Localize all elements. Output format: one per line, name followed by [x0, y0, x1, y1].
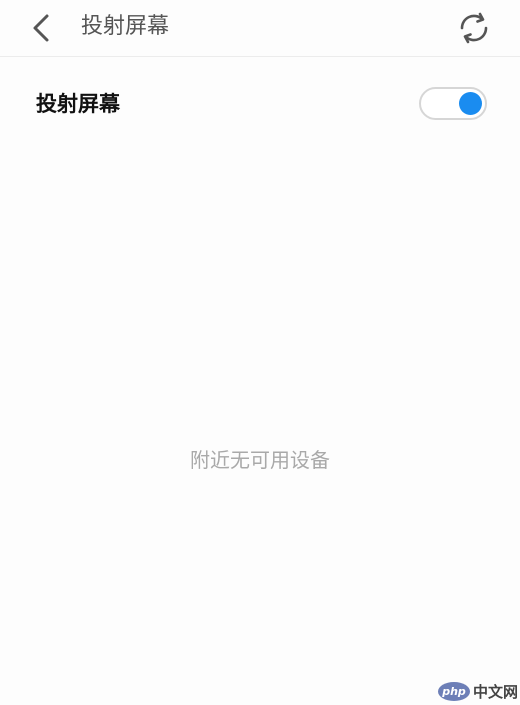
cast-screen-setting-row: 投射屏幕: [0, 76, 520, 132]
back-button[interactable]: [22, 8, 62, 48]
refresh-button[interactable]: [452, 6, 496, 50]
watermark-logo: php 中文网: [438, 680, 518, 702]
app-header: 投射屏幕: [0, 0, 520, 57]
screen: 投射屏幕 投射屏幕 附近无可用设备 php 中文网: [0, 0, 520, 705]
chevron-left-icon: [33, 14, 49, 42]
watermark-badge: php: [438, 681, 470, 701]
empty-state-message: 附近无可用设备: [190, 448, 330, 472]
toggle-knob: [459, 92, 482, 115]
page-title: 投射屏幕: [81, 14, 170, 39]
cast-screen-toggle[interactable]: [419, 87, 487, 120]
watermark-text: 中文网: [473, 682, 519, 701]
refresh-icon: [460, 12, 488, 44]
cast-screen-label: 投射屏幕: [36, 92, 120, 116]
